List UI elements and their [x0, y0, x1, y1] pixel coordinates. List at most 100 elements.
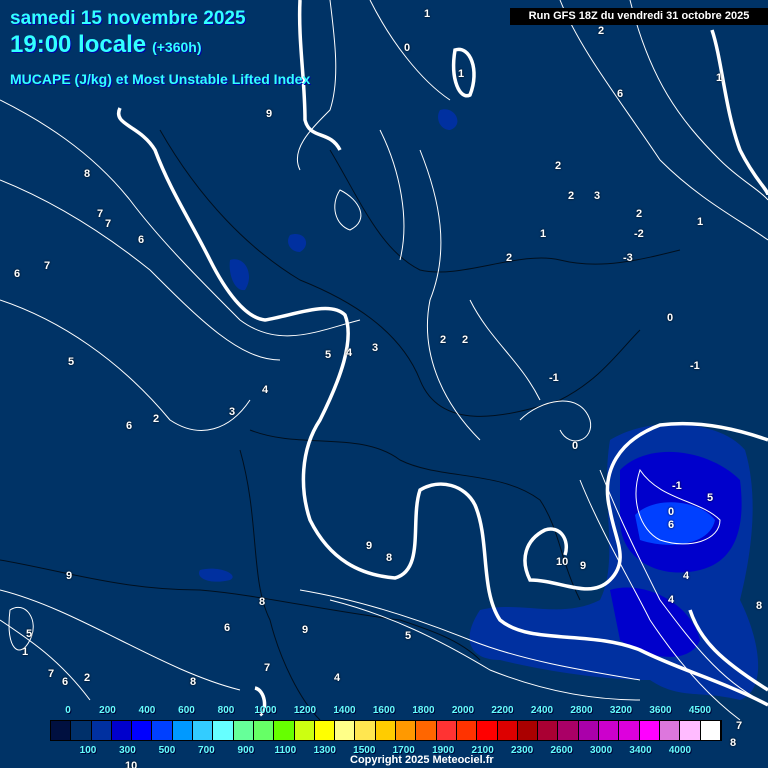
color-scale [50, 720, 722, 741]
color-swatch [335, 721, 356, 740]
scale-tick-top: 0 [65, 705, 71, 716]
color-swatch [558, 721, 579, 740]
color-swatch [416, 721, 437, 740]
lifted-index-label: 3 [229, 406, 236, 418]
color-swatch [639, 721, 660, 740]
lifted-index-label: 1 [458, 68, 465, 80]
lifted-index-label: 2 [555, 160, 562, 172]
scale-tick-bottom: 2300 [511, 745, 534, 756]
scale-tick-top: 3600 [649, 705, 672, 716]
lifted-index-label: 6 [138, 234, 145, 246]
scale-tick-top: 1200 [293, 705, 317, 716]
color-swatch [619, 721, 640, 740]
lifted-index-label: -1 [690, 360, 700, 372]
color-swatch [51, 721, 72, 740]
lifted-index-label: 4 [262, 384, 269, 396]
lifted-index-label: 7 [736, 720, 743, 732]
lifted-index-label: 4 [346, 347, 353, 359]
color-swatch [538, 721, 559, 740]
scale-tick-bottom: 300 [119, 745, 136, 756]
lifted-index-label: 5 [707, 492, 714, 504]
lifted-index-label: 5 [405, 630, 412, 642]
lifted-index-label: 2 [506, 252, 513, 264]
scale-tick-bottom: 900 [237, 745, 255, 756]
lifted-index-label: 3 [372, 342, 379, 354]
cape-area-north [199, 109, 458, 582]
lifted-index-label: 8 [259, 596, 266, 608]
scale-tick-bottom: 2600 [550, 745, 573, 756]
scale-tick-bottom: 700 [198, 745, 215, 756]
lifted-index-label: 1 [540, 228, 547, 240]
color-swatch [294, 721, 315, 740]
color-swatch [517, 721, 539, 740]
color-swatch [71, 721, 92, 740]
color-swatch [456, 721, 478, 740]
lifted-index-label: -1 [672, 480, 682, 492]
scale-tick-top: 3200 [609, 705, 633, 716]
color-swatch [274, 721, 295, 740]
lifted-index-label: 6 [224, 622, 231, 634]
lifted-index-label: 2 [568, 190, 575, 202]
lifted-index-label: 1 [424, 8, 431, 20]
color-swatch [700, 721, 721, 740]
color-swatch [436, 721, 457, 740]
lifted-index-label: 5 [68, 356, 75, 368]
color-swatch [152, 721, 173, 740]
color-swatch [355, 721, 376, 740]
lifted-index-label: 2 [598, 25, 605, 37]
scale-tick-top: 1600 [372, 705, 396, 716]
weather-map: samedi 15 novembre 2025 19:00 locale (+36… [0, 0, 768, 768]
color-swatch [578, 721, 600, 740]
lifted-index-label: 6 [126, 420, 133, 432]
color-swatch [477, 721, 498, 740]
scale-tick-top: 1800 [412, 705, 435, 716]
lifted-index-label: 6 [62, 676, 69, 688]
lifted-index-label: 9 [266, 108, 273, 120]
scale-tick-bottom: 1100 [274, 745, 297, 756]
lifted-index-label: 1 [697, 216, 704, 228]
scale-tick-top: 600 [178, 705, 195, 716]
lifted-index-label: 2 [440, 334, 447, 346]
lifted-index-label: 2 [462, 334, 469, 346]
lifted-index-label: 1 [716, 72, 723, 84]
lifted-index-label: 8 [756, 600, 763, 612]
scale-tick-bottom: 100 [79, 745, 97, 756]
lifted-index-label: 5 [325, 349, 332, 361]
color-swatch [680, 721, 701, 740]
color-swatch [659, 721, 681, 740]
scale-tick-bottom: 3000 [589, 745, 613, 756]
lifted-index-label: 3 [594, 190, 601, 202]
lifted-index-label: 9 [366, 540, 373, 552]
scale-tick-top: 2000 [451, 705, 475, 716]
color-swatch [314, 721, 336, 740]
scale-tick-bottom: 3400 [629, 745, 652, 756]
lifted-index-label: 7 [44, 260, 51, 272]
color-swatch [375, 721, 397, 740]
scale-tick-top: 4500 [688, 705, 712, 716]
lifted-index-label: 9 [66, 570, 73, 582]
scale-tick-bottom: 1300 [313, 745, 336, 756]
lifted-index-label: -1 [549, 372, 559, 384]
lifted-index-label: 4 [334, 672, 341, 684]
scale-tick-top: 1000 [254, 705, 277, 716]
lifted-index-label: 6 [617, 88, 624, 100]
lifted-index-label: 7 [264, 662, 271, 674]
lifted-index-label: 5 [26, 628, 33, 640]
lifted-index-label: 8 [386, 552, 393, 564]
color-swatch [497, 721, 518, 740]
run-info: Run GFS 18Z du vendredi 31 octobre 2025 [510, 8, 768, 25]
color-swatch [396, 721, 417, 740]
scale-tick-bottom: 4000 [668, 745, 692, 756]
scale-tick-top: 1400 [333, 705, 356, 716]
lifted-index-label: -2 [634, 228, 644, 240]
color-swatch [253, 721, 275, 740]
lifted-index-label: 0 [667, 312, 674, 324]
color-swatch [599, 721, 620, 740]
lifted-index-label: 0 [404, 42, 411, 54]
lifted-index-label: 4 [683, 570, 690, 582]
cape-areas [199, 109, 759, 700]
forecast-time: 19:00 locale (+360h) [10, 31, 202, 59]
scale-tick-bottom: 500 [158, 745, 176, 756]
lifted-index-label: 7 [105, 218, 112, 230]
lifted-index-label: 4 [668, 594, 675, 606]
